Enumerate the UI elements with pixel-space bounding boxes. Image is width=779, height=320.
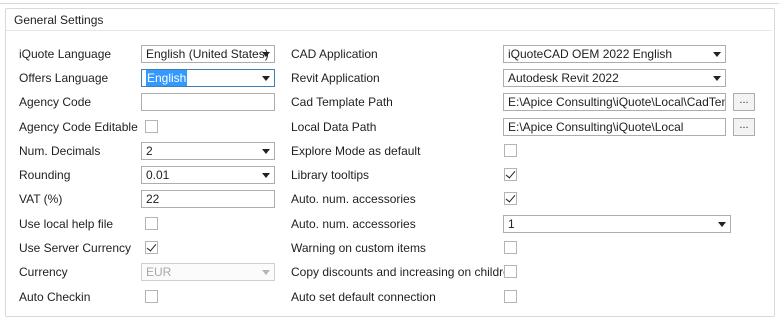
use-local-help-file-label: Use local help file: [19, 217, 114, 231]
copy-discounts-label: Copy discounts and increasing on childre…: [291, 265, 517, 279]
rounding-label: Rounding: [19, 168, 71, 182]
top-divider: [0, 3, 779, 4]
revit-application-value: Autodesk Revit 2022: [508, 71, 619, 85]
currency-dropdown[interactable]: EUR: [141, 263, 275, 281]
revit-application-dropdown[interactable]: Autodesk Revit 2022: [503, 69, 726, 87]
offers-language-label: Offers Language: [19, 71, 109, 85]
group-title-separator: [6, 30, 772, 31]
offers-language-dropdown[interactable]: English: [141, 69, 275, 87]
agency-code-editable-label: Agency Code Editable: [19, 120, 138, 134]
num-decimals-value: 2: [146, 144, 153, 158]
chevron-down-icon: [261, 146, 271, 156]
local-data-path-input[interactable]: E:\Apice Consulting\iQuote\Local: [503, 118, 726, 136]
browse-local-data-button[interactable]: ...: [733, 118, 755, 136]
library-tooltips-checkbox[interactable]: [504, 168, 517, 181]
rounding-value: 0.01: [146, 168, 170, 182]
vat-value: 22: [146, 192, 160, 206]
auto-num-accessories-value: 1: [508, 217, 515, 231]
rounding-dropdown[interactable]: 0.01: [141, 166, 275, 184]
use-local-help-file-checkbox[interactable]: [145, 217, 158, 230]
cad-template-path-label: Cad Template Path: [291, 95, 393, 109]
chevron-down-icon: [717, 219, 727, 229]
agency-code-input[interactable]: [141, 93, 275, 111]
offers-language-value: English: [146, 70, 188, 86]
auto-set-default-connection-checkbox[interactable]: [504, 290, 517, 303]
cad-template-path-value: E:\Apice Consulting\iQuote\Local\CadTemp…: [508, 95, 726, 109]
warning-custom-items-checkbox[interactable]: [504, 241, 517, 254]
revit-application-label: Revit Application: [291, 71, 380, 85]
currency-label: Currency: [19, 265, 68, 279]
copy-discounts-checkbox[interactable]: [504, 265, 517, 278]
cad-application-dropdown[interactable]: iQuoteCAD OEM 2022 English: [503, 45, 726, 63]
browse-cad-template-button[interactable]: ...: [733, 93, 755, 111]
warning-custom-items-label: Warning on custom items: [291, 241, 426, 255]
auto-num-accessories-label: Auto. num. accessories: [291, 192, 416, 206]
local-data-path-label: Local Data Path: [291, 120, 377, 134]
chevron-down-icon: [261, 170, 271, 180]
library-tooltips-label: Library tooltips: [291, 168, 370, 182]
auto-num-accessories-dropdown[interactable]: 1: [503, 215, 731, 233]
chevron-down-icon: [261, 73, 271, 83]
agency-code-label: Agency Code: [19, 95, 92, 109]
auto-num-accessories-checkbox[interactable]: [504, 192, 517, 205]
explore-mode-default-label: Explore Mode as default: [291, 144, 421, 158]
auto-checkin-label: Auto Checkin: [19, 290, 91, 304]
agency-code-editable-checkbox[interactable]: [145, 120, 158, 133]
group-title: General Settings: [14, 13, 104, 27]
local-data-path-value: E:\Apice Consulting\iQuote\Local: [508, 120, 684, 134]
iquote-language-label: iQuote Language: [19, 47, 112, 61]
vat-label: VAT (%): [19, 192, 63, 206]
chevron-down-icon: [712, 73, 722, 83]
num-decimals-label: Num. Decimals: [19, 144, 101, 158]
chevron-down-icon: [712, 49, 722, 59]
auto-checkin-checkbox[interactable]: [145, 290, 158, 303]
auto-set-default-connection-label: Auto set default connection: [291, 290, 436, 304]
num-decimals-dropdown[interactable]: 2: [141, 142, 275, 160]
use-server-currency-label: Use Server Currency: [19, 241, 132, 255]
cad-template-path-input[interactable]: E:\Apice Consulting\iQuote\Local\CadTemp…: [503, 93, 726, 111]
cad-application-label: CAD Application: [291, 47, 378, 61]
auto-num-accessories-value-label: Auto. num. accessories: [291, 217, 416, 231]
vat-input[interactable]: 22: [141, 190, 275, 208]
currency-value: EUR: [146, 265, 172, 279]
iquote-language-value: English (United States): [146, 47, 269, 61]
explore-mode-default-checkbox[interactable]: [504, 144, 517, 157]
use-server-currency-checkbox[interactable]: [145, 241, 158, 254]
chevron-down-icon: [261, 49, 271, 59]
cad-application-value: iQuoteCAD OEM 2022 English: [508, 47, 673, 61]
iquote-language-dropdown[interactable]: English (United States): [141, 45, 275, 63]
chevron-down-icon: [261, 267, 271, 277]
